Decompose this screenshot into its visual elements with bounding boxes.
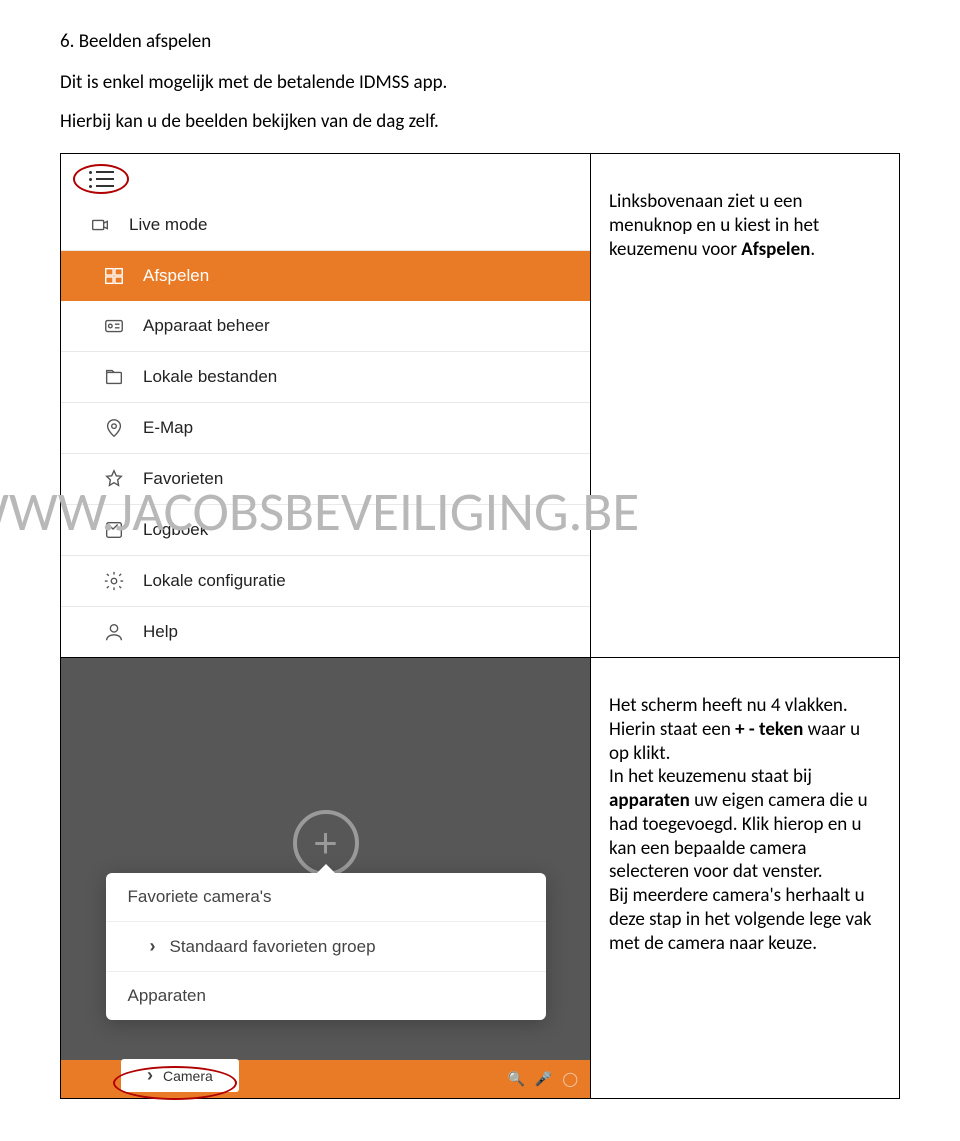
video-grid-area: + Favoriete camera's › Standaard favorie… <box>61 658 590 1060</box>
toolbar-icons: 🔍 🎤 ◯ <box>507 1071 578 1088</box>
search-icon[interactable]: 🔍 <box>507 1071 524 1088</box>
device-manage-icon <box>103 315 125 337</box>
menu-label: E-Map <box>143 418 193 438</box>
menu-top <box>61 154 590 200</box>
live-mode-icon <box>89 214 111 236</box>
menu-label: Live mode <box>129 215 207 235</box>
camera-highlight-circle <box>113 1066 237 1100</box>
desc-bold: Afspelen <box>741 238 810 261</box>
table-row: + Favoriete camera's › Standaard favorie… <box>61 658 899 1098</box>
menu-item-lokale-configuratie[interactable]: Lokale configuratie <box>61 556 590 607</box>
app-playback-screenshot: + Favoriete camera's › Standaard favorie… <box>61 658 590 1098</box>
mic-icon[interactable]: 🎤 <box>535 1071 552 1088</box>
playback-icon <box>103 265 125 287</box>
intro-line-1: Dit is enkel mogelijk met de betalende I… <box>60 71 900 94</box>
popup-label: Favoriete camera's <box>128 887 272 907</box>
intro-line-2: Hierbij kan u de beelden bekijken van de… <box>60 110 900 133</box>
app-menu-screenshot: Live mode Afspelen Apparaat beheer <box>61 154 590 657</box>
menu-item-live-mode[interactable]: Live mode <box>61 200 590 251</box>
menu-item-logboek[interactable]: Logboek <box>61 505 590 556</box>
popup-favorite-cameras[interactable]: Favoriete camera's <box>106 873 546 922</box>
menu-label: Apparaat beheer <box>143 316 270 336</box>
user-icon <box>103 621 125 643</box>
desc-post: . <box>810 238 815 261</box>
description-cell: Linksbovenaan ziet u een menuknop en u k… <box>591 154 899 657</box>
t: + - teken <box>735 718 803 741</box>
menu-label: Lokale configuratie <box>143 571 286 591</box>
t: In het keuzemenu staat bij <box>609 765 812 788</box>
map-pin-icon <box>103 417 125 439</box>
popup-label: Apparaten <box>128 986 206 1006</box>
menu-label: Logboek <box>143 520 208 540</box>
chevron-right-icon: › <box>150 936 156 957</box>
description-cell: Het scherm heeft nu 4 vlakken. Hierin st… <box>591 658 899 1098</box>
menu-item-apparaat-beheer[interactable]: Apparaat beheer <box>61 301 590 352</box>
menu-label: Afspelen <box>143 266 209 286</box>
files-icon <box>103 366 125 388</box>
section-heading: 6. Beelden afspelen <box>60 30 900 53</box>
menu-label: Favorieten <box>143 469 223 489</box>
star-icon <box>103 468 125 490</box>
desc-line: Hierin staat een + - teken waar u op kli… <box>609 718 881 766</box>
menu-item-emap[interactable]: E-Map <box>61 403 590 454</box>
desc-line: Het scherm heeft nu 4 vlakken. <box>609 694 881 718</box>
menu-button-highlight <box>73 164 129 194</box>
menu-item-favorieten[interactable]: Favorieten <box>61 454 590 505</box>
menu-item-lokale-bestanden[interactable]: Lokale bestanden <box>61 352 590 403</box>
popup-label: Standaard favorieten groep <box>170 937 376 957</box>
screenshot-cell: Live mode Afspelen Apparaat beheer <box>61 154 591 657</box>
gear-icon <box>103 570 125 592</box>
menu-label: Lokale bestanden <box>143 367 277 387</box>
popup-apparaten[interactable]: Apparaten <box>106 972 546 1020</box>
menu-icon[interactable] <box>89 171 114 188</box>
desc-line: In het keuzemenu staat bij apparaten uw … <box>609 765 881 884</box>
t: Hierin staat een <box>609 718 735 741</box>
menu-label: Help <box>143 622 178 642</box>
t: apparaten <box>609 789 690 812</box>
popup-default-group[interactable]: › Standaard favorieten groep <box>106 922 546 972</box>
log-icon <box>103 519 125 541</box>
instruction-table: Live mode Afspelen Apparaat beheer <box>60 153 900 1099</box>
desc-line: Bij meerdere camera's herhaalt u deze st… <box>609 884 881 955</box>
menu-item-afspelen[interactable]: Afspelen <box>61 251 590 301</box>
screenshot-cell: + Favoriete camera's › Standaard favorie… <box>61 658 591 1098</box>
bottom-toolbar: › Camera 🔍 🎤 ◯ <box>61 1060 590 1098</box>
camera-source-popup: Favoriete camera's › Standaard favoriete… <box>106 873 546 1020</box>
menu-item-help[interactable]: Help <box>61 607 590 657</box>
clock-icon[interactable]: ◯ <box>562 1071 578 1088</box>
table-row: Live mode Afspelen Apparaat beheer <box>61 154 899 658</box>
